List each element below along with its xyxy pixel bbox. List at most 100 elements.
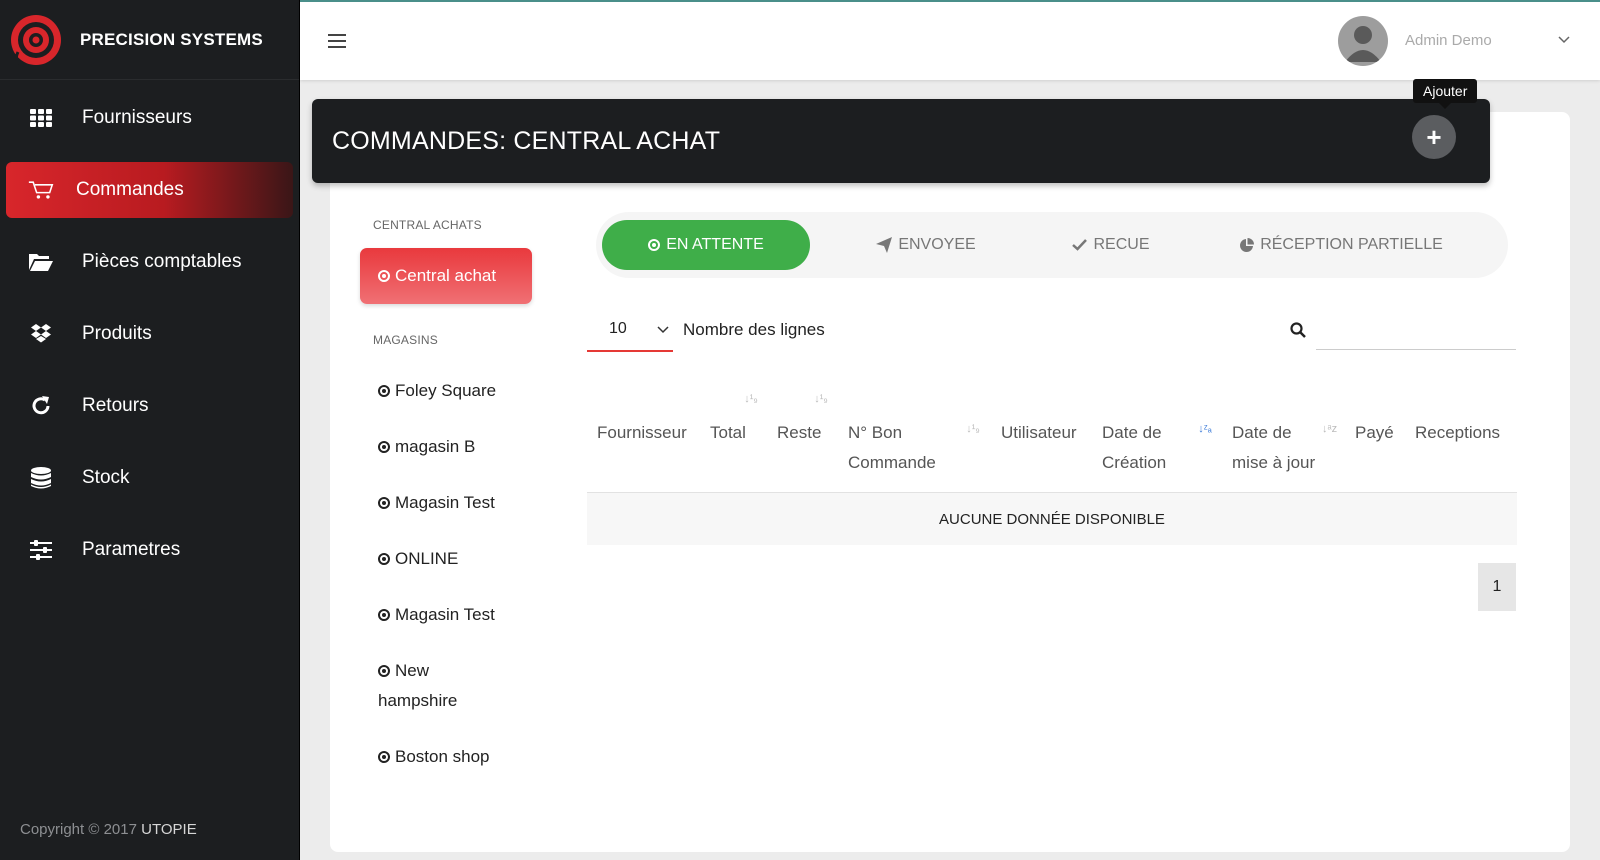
brand[interactable]: PRECISION SYSTEMS — [0, 0, 299, 80]
store-item[interactable]: Foley Square — [378, 376, 528, 406]
tab-recue[interactable]: RECUE — [1056, 220, 1166, 270]
sidebar-nav: Fournisseurs Commandes Pièces comptables — [0, 90, 299, 578]
dot-circle-icon — [378, 270, 390, 282]
store-item-label: Boston shop — [395, 747, 490, 766]
copyright-text: Copyright © 2017 — [20, 821, 137, 838]
paper-plane-icon — [876, 237, 893, 253]
page-title: COMMANDES: CENTRAL ACHAT — [332, 127, 721, 155]
column-header-fournisseur[interactable]: Fournisseur — [597, 418, 687, 448]
dot-circle-icon — [378, 609, 390, 621]
sidebar-item-stock[interactable]: Stock — [6, 450, 293, 506]
avatar[interactable] — [1338, 16, 1388, 66]
tab-label: EN ATTENTE — [666, 236, 764, 253]
sort-numeric-icon[interactable]: ↓¹₉ — [744, 394, 758, 405]
sidebar-item-commandes[interactable]: Commandes — [6, 162, 293, 218]
page-header: COMMANDES: CENTRAL ACHAT + — [312, 99, 1490, 183]
page-number: 1 — [1492, 578, 1502, 595]
sidebar: PRECISION SYSTEMS Fournisseurs Commandes — [0, 0, 300, 860]
menu-toggle-icon[interactable] — [328, 34, 346, 48]
store-item[interactable]: Magasin Test — [378, 488, 528, 518]
column-header-receptions[interactable]: Receptions — [1415, 418, 1500, 448]
search-input[interactable] — [1316, 306, 1516, 350]
sidebar-item-pieces-comptables[interactable]: Pièces comptables — [6, 234, 293, 290]
page-length-select[interactable]: 10 — [587, 308, 673, 352]
sidebar-item-fournisseurs[interactable]: Fournisseurs — [6, 90, 293, 146]
copyright-company[interactable]: UTOPIE — [141, 821, 197, 838]
store-item-label: Foley Square — [395, 381, 497, 400]
column-header-date-creation[interactable]: Date de Création — [1102, 418, 1182, 478]
tab-en-attente[interactable]: EN ATTENTE — [602, 220, 810, 270]
brand-name: PRECISION SYSTEMS — [80, 29, 263, 49]
grid-icon — [28, 105, 54, 131]
store-item[interactable]: magasin B — [378, 432, 528, 462]
sidebar-item-label: Stock — [82, 467, 130, 488]
empty-table-row: AUCUNE DONNÉE DISPONIBLE — [587, 493, 1517, 545]
column-header-bon-commande[interactable]: N° Bon Commande — [848, 418, 958, 478]
copyright: Copyright © 2017 UTOPIE — [20, 821, 197, 838]
status-tabs: EN ATTENTE ENVOYEE RECUE RÉCEPTION PARTI… — [596, 212, 1508, 278]
store-item-label: Magasin Test — [395, 493, 495, 512]
user-name[interactable]: Admin Demo — [1405, 32, 1492, 49]
sidebar-item-label: Retours — [82, 395, 149, 416]
sidebar-item-parametres[interactable]: Parametres — [6, 522, 293, 578]
refresh-icon — [28, 393, 54, 419]
sidebar-item-produits[interactable]: Produits — [6, 306, 293, 362]
add-button[interactable]: + — [1412, 115, 1456, 159]
page-length-value: 10 — [609, 320, 627, 337]
topbar: Admin Demo — [300, 0, 1600, 80]
chevron-down-icon — [657, 326, 669, 334]
add-tooltip: Ajouter — [1413, 79, 1478, 109]
database-icon — [28, 465, 54, 491]
search-icon — [1290, 322, 1306, 338]
column-header-total[interactable]: Total — [710, 418, 746, 448]
sort-alpha-desc-icon[interactable]: ↓ᶻₐ — [1198, 424, 1212, 435]
page-length-label: Nombre des lignes — [683, 320, 825, 339]
tab-envoyee[interactable]: ENVOYEE — [856, 220, 996, 270]
pie-chart-icon — [1239, 237, 1255, 253]
dot-circle-icon — [378, 751, 390, 763]
column-header-reste[interactable]: Reste — [777, 418, 821, 448]
sidebar-item-retours[interactable]: Retours — [6, 378, 293, 434]
central-achats-label: CENTRAL ACHATS — [373, 218, 482, 232]
dot-circle-icon — [648, 239, 661, 251]
sort-numeric-icon[interactable]: ↓¹₉ — [966, 424, 980, 435]
store-item-label: ONLINE — [395, 549, 459, 568]
sort-numeric-icon[interactable]: ↓¹₉ — [814, 394, 828, 405]
store-item-label: Central achat — [395, 266, 497, 285]
store-item[interactable]: Boston shop — [378, 742, 528, 772]
sidebar-item-label: Pièces comptables — [82, 251, 242, 272]
store-item[interactable]: Magasin Test — [378, 600, 528, 630]
store-item-central-achat[interactable]: Central achat — [360, 248, 532, 304]
target-logo-icon — [11, 14, 61, 67]
folder-open-icon — [28, 249, 54, 275]
column-header-utilisateur[interactable]: Utilisateur — [1001, 418, 1077, 448]
magasins-label: MAGASINS — [373, 333, 438, 347]
dot-circle-icon — [378, 385, 390, 397]
sidebar-item-label: Parametres — [82, 539, 181, 560]
dot-circle-icon — [378, 665, 390, 677]
store-item[interactable]: New hampshire — [378, 656, 478, 716]
tab-reception-partielle[interactable]: RÉCEPTION PARTIELLE — [1236, 220, 1446, 270]
sort-alpha-icon[interactable]: ↓ᵃz — [1322, 424, 1337, 435]
chevron-down-icon[interactable] — [1558, 36, 1570, 44]
dot-circle-icon — [378, 553, 390, 565]
column-header-paye[interactable]: Payé — [1355, 418, 1394, 448]
tab-label: RÉCEPTION PARTIELLE — [1260, 236, 1443, 253]
store-item-label: New hampshire — [378, 661, 458, 710]
column-header-date-mise-a-jour[interactable]: Date de mise à jour — [1232, 418, 1332, 478]
store-item[interactable]: ONLINE — [378, 544, 528, 574]
sliders-icon — [28, 537, 54, 563]
store-item-label: magasin B — [395, 437, 476, 456]
sidebar-item-label: Produits — [82, 323, 152, 344]
pagination-page-button[interactable]: 1 — [1478, 563, 1516, 611]
plus-icon: + — [1426, 121, 1442, 152]
cart-icon — [28, 177, 54, 203]
empty-message: AUCUNE DONNÉE DISPONIBLE — [939, 510, 1165, 528]
sidebar-item-label: Commandes — [76, 179, 184, 200]
dot-circle-icon — [378, 497, 390, 509]
dropbox-icon — [28, 321, 54, 347]
tab-label: RECUE — [1093, 236, 1150, 253]
tab-label: ENVOYEE — [898, 236, 976, 253]
dot-circle-icon — [378, 441, 390, 453]
sidebar-item-label: Fournisseurs — [82, 107, 192, 128]
